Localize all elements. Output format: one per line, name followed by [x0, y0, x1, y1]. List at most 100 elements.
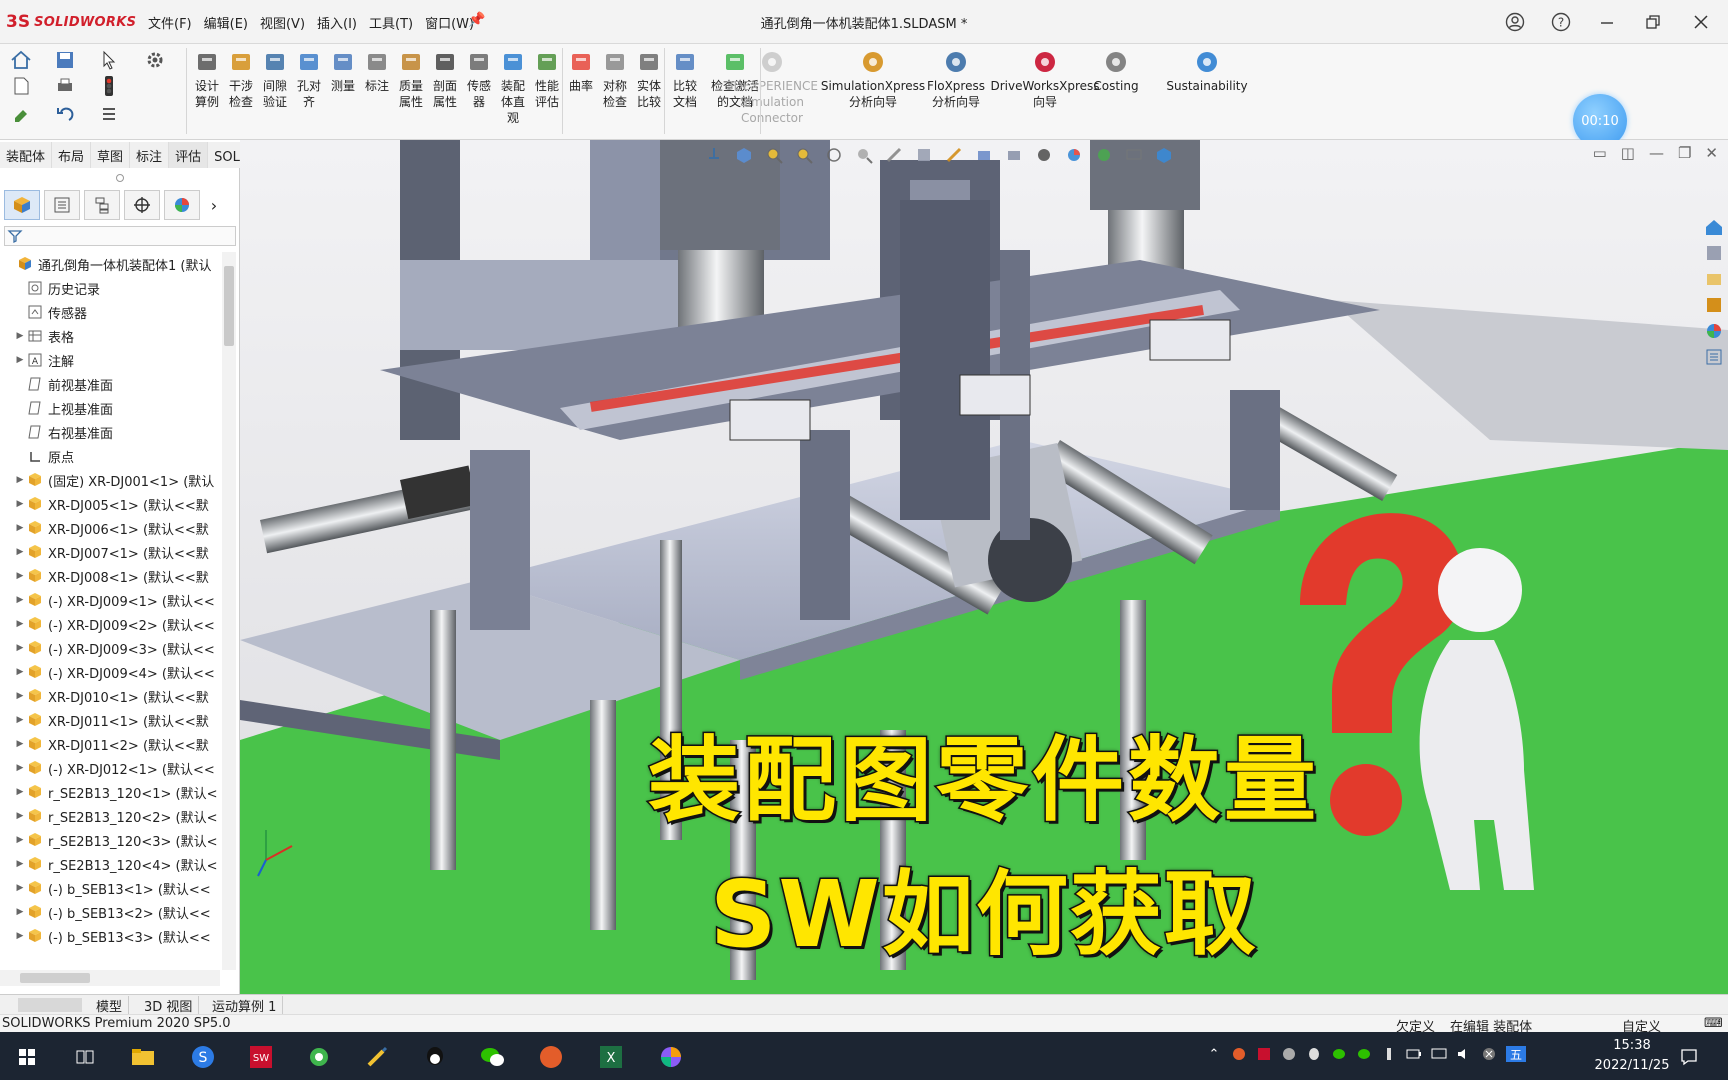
tree-horizontal-scrollbar[interactable]	[0, 970, 220, 986]
new-document-icon[interactable]	[8, 74, 34, 98]
ribbon-button-3dx-connector[interactable]: 3DEXPERIENCE Simulation Connector	[722, 48, 822, 126]
section-view-icon[interactable]	[853, 144, 875, 166]
display-style-icon[interactable]	[913, 144, 935, 166]
help-icon[interactable]: ?	[1546, 8, 1576, 36]
command-tab-3[interactable]: 标注	[130, 142, 170, 168]
tree-item[interactable]: 上视基准面	[0, 396, 222, 420]
ribbon-button-curvature[interactable]: 曲率	[564, 48, 598, 94]
tree-item[interactable]: ▶ r_SE2B13_120<3> (默认<	[0, 828, 222, 852]
tray-expand-icon[interactable]: ⌃	[1206, 1046, 1222, 1062]
restore-icon[interactable]	[1638, 8, 1668, 36]
tree-item[interactable]: 历史记录	[0, 276, 222, 300]
tree-expand-chevron-icon[interactable]: ▶	[14, 907, 26, 917]
excel-icon[interactable]: X	[594, 1040, 628, 1074]
tree-item[interactable]: ▶ (-) b_SEB13<3> (默认<<	[0, 924, 222, 948]
tree-expand-chevron-icon[interactable]: ▶	[14, 715, 26, 725]
3d-cube-icon[interactable]	[1153, 144, 1175, 166]
undo-icon[interactable]	[52, 102, 78, 126]
tray-close-icon[interactable]	[1481, 1046, 1497, 1062]
menu-window[interactable]: 窗口(W)	[425, 13, 474, 32]
tray-wechat-icon[interactable]	[1331, 1046, 1347, 1062]
ribbon-button-hole-align[interactable]: 孔对 齐	[292, 48, 326, 110]
tree-expand-chevron-icon[interactable]: ▶	[14, 883, 26, 893]
ribbon-button-interference-check[interactable]: 干涉 检查	[224, 48, 258, 110]
tree-expand-chevron-icon[interactable]: ▶	[14, 691, 26, 701]
menu-insert[interactable]: 插入(I)	[317, 13, 357, 32]
zoom-area-icon[interactable]	[793, 144, 815, 166]
tree-expand-chevron-icon[interactable]: ▶	[14, 355, 26, 365]
viewport-minimize-icon[interactable]: —	[1649, 144, 1664, 162]
file-explorer-taskbar-icon[interactable]	[126, 1040, 160, 1074]
tree-item[interactable]: ▶ r_SE2B13_120<4> (默认<	[0, 852, 222, 876]
command-tab-0[interactable]: 装配体	[0, 142, 53, 168]
zoom-to-fit-icon[interactable]	[763, 144, 785, 166]
dimxpert-tab[interactable]	[124, 190, 160, 220]
options-gear-icon[interactable]	[142, 48, 168, 72]
tree-item[interactable]: ▶ A 注解	[0, 348, 222, 372]
tree-expand-chevron-icon[interactable]: ▶	[14, 523, 26, 533]
tree-item[interactable]: ▶ (-) XR-DJ009<3> (默认<<	[0, 636, 222, 660]
tray-network-icon[interactable]	[1431, 1046, 1447, 1062]
ribbon-button-sensor[interactable]: 传感 器	[462, 48, 496, 110]
tree-item[interactable]: ▶ r_SE2B13_120<2> (默认<	[0, 804, 222, 828]
status-help-icon[interactable]: ⌨	[1704, 1016, 1723, 1031]
configuration-manager-tab[interactable]	[84, 190, 120, 220]
tree-expand-chevron-icon[interactable]: ▶	[14, 619, 26, 629]
solidworks-logo[interactable]: 3S SOLIDWORKS	[6, 11, 136, 33]
tree-item[interactable]: 前视基准面	[0, 372, 222, 396]
tree-expand-chevron-icon[interactable]: ▶	[14, 331, 26, 341]
tab-motion-study[interactable]: 运动算例 1	[206, 996, 284, 1015]
ribbon-button-clearance-verify[interactable]: 间隙 验证	[258, 48, 292, 110]
graphics-area[interactable]: ▭ ◫ — ❐ ✕ 装配图零件数量 SW如何获取	[240, 140, 1728, 994]
viewport-close-icon[interactable]: ✕	[1705, 144, 1718, 162]
command-tab-2[interactable]: 草图	[91, 142, 131, 168]
tree-item[interactable]: ▶ XR-DJ008<1> (默认<<默	[0, 564, 222, 588]
ribbon-button-measure[interactable]: 测量	[326, 48, 360, 94]
chevron-right-icon[interactable]: ›	[204, 190, 224, 220]
qq-icon[interactable]	[418, 1040, 452, 1074]
tree-item[interactable]: ▶ (-) XR-DJ012<1> (默认<<	[0, 756, 222, 780]
tree-item[interactable]: ▶ (-) XR-DJ009<1> (默认<<	[0, 588, 222, 612]
monitor-icon[interactable]	[1123, 144, 1145, 166]
command-tab-1[interactable]: 布局	[52, 142, 92, 168]
tray-battery-icon[interactable]	[1406, 1046, 1422, 1062]
edit-appearance-icon[interactable]	[973, 144, 995, 166]
file-explorer-icon[interactable]	[1702, 268, 1726, 290]
tree-item[interactable]: 原点	[0, 444, 222, 468]
menu-edit[interactable]: 编辑(E)	[204, 13, 248, 32]
tree-item[interactable]: ▶ r_SE2B13_120<1> (默认<	[0, 780, 222, 804]
wechat-icon[interactable]	[476, 1040, 510, 1074]
solidworks-taskbar-icon[interactable]: SW	[244, 1040, 278, 1074]
minimize-icon[interactable]	[1592, 8, 1622, 36]
tab-model[interactable]: 模型	[90, 996, 130, 1015]
tree-item[interactable]: ▶ (-) b_SEB13<2> (默认<<	[0, 900, 222, 924]
property-manager-tab[interactable]	[44, 190, 80, 220]
tree-item[interactable]: ▶ (-) b_SEB13<1> (默认<<	[0, 876, 222, 900]
tree-expand-chevron-icon[interactable]: ▶	[14, 643, 26, 653]
menu-view[interactable]: 视图(V)	[260, 13, 305, 32]
ribbon-button-symmetry-check[interactable]: 对称 检查	[598, 48, 632, 110]
appearances-icon[interactable]	[1702, 320, 1726, 342]
sogou-icon[interactable]: S	[186, 1040, 220, 1074]
tree-expand-chevron-icon[interactable]: ▶	[14, 475, 26, 485]
tray-app3-icon[interactable]	[1281, 1046, 1297, 1062]
tree-expand-chevron-icon[interactable]: ▶	[14, 787, 26, 797]
tree-vertical-scrollbar[interactable]	[222, 252, 236, 970]
ribbon-button-mass-properties[interactable]: 质量 属性	[394, 48, 428, 110]
ribbon-button-sustainability[interactable]: Sustainability	[1152, 48, 1262, 94]
tree-item[interactable]: ▶ (-) XR-DJ009<4> (默认<<	[0, 660, 222, 684]
tree-expand-chevron-icon[interactable]: ▶	[14, 667, 26, 677]
viewport-split-icon[interactable]: ◫	[1621, 144, 1635, 162]
tree-item[interactable]: ▶ XR-DJ011<1> (默认<<默	[0, 708, 222, 732]
menu-tools[interactable]: 工具(T)	[369, 13, 413, 32]
apply-scene-icon[interactable]	[1003, 144, 1025, 166]
tree-item[interactable]: ▶ XR-DJ005<1> (默认<<默	[0, 492, 222, 516]
ribbon-button-simulationxpress[interactable]: SimulationXpress 分析向导	[818, 48, 928, 110]
design-library-icon[interactable]	[1702, 242, 1726, 264]
ribbon-button-assembly-visualization[interactable]: 装配 体直 观	[496, 48, 530, 126]
view-settings-icon[interactable]	[1033, 144, 1055, 166]
close-icon[interactable]	[1686, 8, 1716, 36]
feature-manager-tab[interactable]	[4, 190, 40, 220]
tree-item[interactable]: ▶ XR-DJ011<2> (默认<<默	[0, 732, 222, 756]
tree-filter[interactable]	[4, 226, 236, 246]
